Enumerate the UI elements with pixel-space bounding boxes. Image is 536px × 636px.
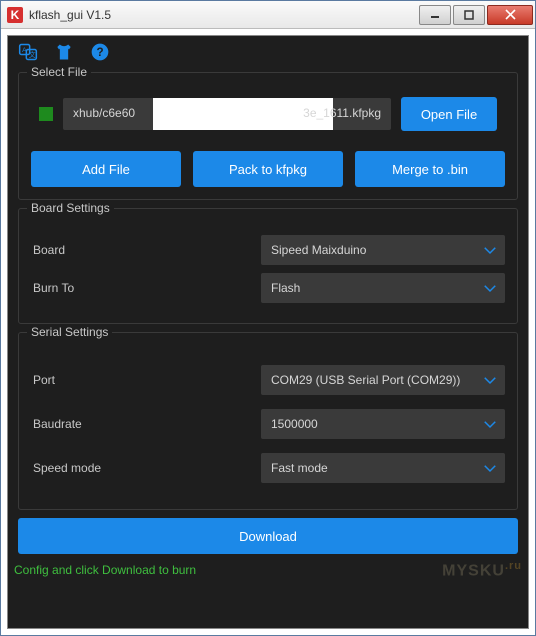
svg-text:?: ?	[96, 46, 103, 59]
add-file-button[interactable]: Add File	[31, 151, 181, 187]
baudrate-label: Baudrate	[31, 417, 261, 431]
chevron-down-icon	[481, 241, 499, 259]
burnto-value: Flash	[271, 281, 300, 295]
burnto-select[interactable]: Flash	[261, 273, 505, 303]
file-path-prefix: xhub/c6e60	[73, 106, 135, 120]
download-button[interactable]: Download	[18, 518, 518, 554]
close-button[interactable]	[487, 5, 533, 25]
help-icon[interactable]: ?	[90, 42, 110, 62]
merge-bin-button[interactable]: Merge to .bin	[355, 151, 505, 187]
file-row: xhub/c6e60 3e_1611.kfpkg Open File	[31, 91, 505, 137]
language-icon[interactable]: A文	[18, 42, 38, 62]
svg-text:文: 文	[29, 50, 36, 59]
watermark: MYSKU.ru	[442, 560, 522, 580]
chevron-down-icon	[481, 279, 499, 297]
pack-kfpkg-button[interactable]: Pack to kfpkg	[193, 151, 343, 187]
speedmode-row: Speed mode Fast mode	[31, 453, 505, 483]
burnto-label: Burn To	[31, 281, 261, 295]
status-bar: Config and click Download to burn MYSKU.…	[8, 554, 528, 584]
port-label: Port	[31, 373, 261, 387]
client-area: A文 ? Select File xhub/c6e60 3e_1611.kfpk…	[7, 35, 529, 629]
speedmode-value: Fast mode	[271, 461, 328, 475]
baudrate-value: 1500000	[271, 417, 318, 431]
board-value: Sipeed Maixduino	[271, 243, 366, 257]
port-select[interactable]: COM29 (USB Serial Port (COM29))	[261, 365, 505, 395]
board-settings-legend: Board Settings	[27, 201, 114, 215]
file-path-input[interactable]: xhub/c6e60 3e_1611.kfpkg	[63, 98, 391, 130]
baudrate-row: Baudrate 1500000	[31, 409, 505, 439]
svg-text:A: A	[22, 47, 27, 54]
speedmode-label: Speed mode	[31, 461, 261, 475]
port-value: COM29 (USB Serial Port (COM29))	[271, 373, 460, 387]
window-title: kflash_gui V1.5	[29, 8, 417, 22]
board-label: Board	[31, 243, 261, 257]
burnto-row: Burn To Flash	[31, 273, 505, 303]
maximize-button[interactable]	[453, 5, 485, 25]
titlebar[interactable]: kflash_gui V1.5	[1, 1, 535, 29]
chevron-down-icon	[481, 415, 499, 433]
file-indicator-icon	[39, 107, 53, 121]
board-settings-group: Board Settings Board Sipeed Maixduino Bu…	[18, 208, 518, 324]
shirt-icon[interactable]	[54, 42, 74, 62]
select-file-legend: Select File	[27, 65, 91, 79]
baudrate-select[interactable]: 1500000	[261, 409, 505, 439]
serial-settings-group: Serial Settings Port COM29 (USB Serial P…	[18, 332, 518, 510]
port-row: Port COM29 (USB Serial Port (COM29))	[31, 365, 505, 395]
status-text: Config and click Download to burn	[14, 563, 196, 577]
open-file-button[interactable]: Open File	[401, 97, 497, 131]
file-path-suffix: 3e_1611.kfpkg	[303, 106, 381, 120]
window: kflash_gui V1.5 A文 ? Sel	[0, 0, 536, 636]
chevron-down-icon	[481, 371, 499, 389]
board-row: Board Sipeed Maixduino	[31, 235, 505, 265]
speedmode-select[interactable]: Fast mode	[261, 453, 505, 483]
board-select[interactable]: Sipeed Maixduino	[261, 235, 505, 265]
serial-settings-legend: Serial Settings	[27, 325, 112, 339]
window-controls	[417, 5, 533, 25]
select-file-group: Select File xhub/c6e60 3e_1611.kfpkg Ope…	[18, 72, 518, 200]
app-logo-icon	[7, 7, 23, 23]
file-buttons-row: Add File Pack to kfpkg Merge to .bin	[31, 151, 505, 187]
download-row: Download	[8, 518, 528, 554]
minimize-button[interactable]	[419, 5, 451, 25]
chevron-down-icon	[481, 459, 499, 477]
